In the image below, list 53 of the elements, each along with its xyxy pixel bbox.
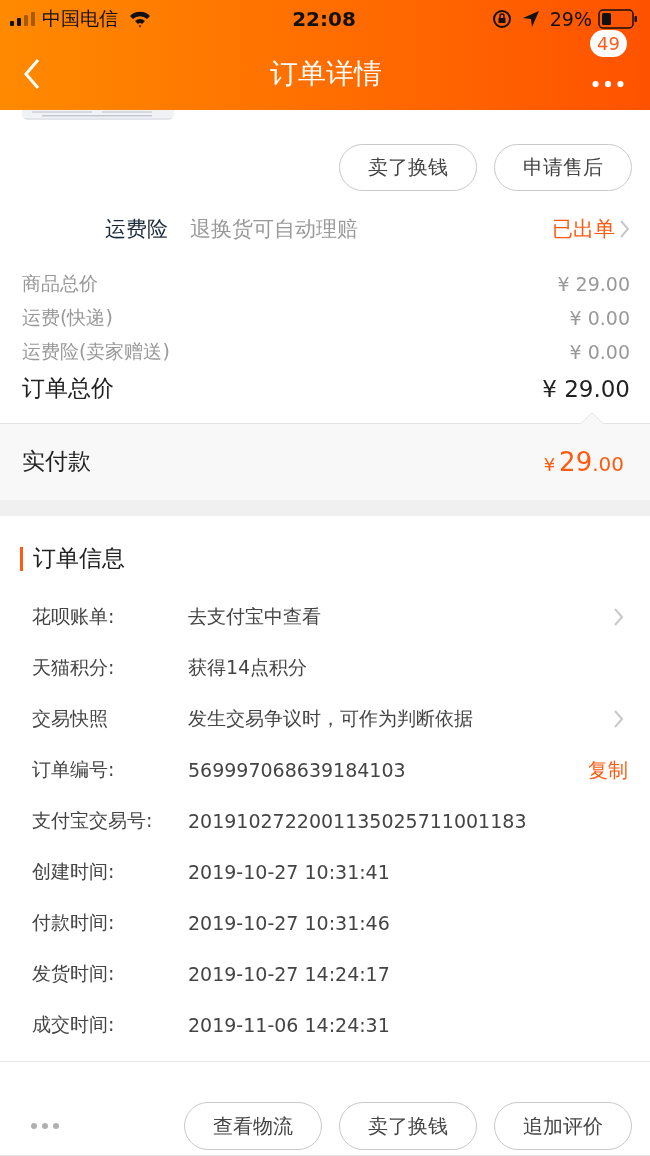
price-label: 运费险(卖家赠送) bbox=[22, 338, 170, 364]
info-label: 成交时间: bbox=[32, 1012, 116, 1038]
wifi-icon bbox=[128, 10, 152, 28]
info-label: 天猫积分: bbox=[32, 655, 116, 681]
info-label: 订单编号: bbox=[32, 757, 116, 783]
info-label: 花呗账单: bbox=[32, 604, 116, 630]
info-label: 支付宝交易号: bbox=[32, 808, 154, 834]
price-value: ¥ 29.00 bbox=[542, 375, 630, 402]
action-button[interactable]: 查看物流 bbox=[184, 1102, 322, 1151]
info-value: 去支付宝中查看 bbox=[188, 604, 322, 630]
action-button[interactable]: 申请售后 bbox=[494, 144, 632, 191]
insurance-label: 运费险 bbox=[105, 215, 168, 243]
section-title: 订单信息 bbox=[33, 544, 125, 574]
back-icon[interactable] bbox=[24, 58, 40, 90]
price-label: 运费(快递) bbox=[22, 304, 113, 330]
info-value: 569997068639184103 bbox=[188, 759, 407, 782]
info-value: 2019-10-27 10:31:41 bbox=[188, 861, 391, 884]
message-count-badge: 49 bbox=[590, 30, 627, 57]
more-icon[interactable] bbox=[30, 1122, 60, 1131]
battery-icon bbox=[598, 9, 638, 29]
info-value: 2019102722001135025711001183 bbox=[188, 810, 528, 833]
price-value: ¥ 0.00 bbox=[569, 340, 630, 363]
chevron-right-icon bbox=[619, 218, 630, 239]
info-value: 2019-10-27 10:31:46 bbox=[188, 912, 391, 935]
info-label: 创建时间: bbox=[32, 859, 116, 885]
price-label: 商品总价 bbox=[22, 270, 98, 296]
info-value: 2019-11-06 14:24:31 bbox=[188, 1014, 391, 1037]
chevron-right-icon[interactable] bbox=[613, 607, 624, 628]
accent-bar bbox=[20, 546, 23, 571]
battery-percent: 29% bbox=[549, 8, 592, 30]
signal-icon bbox=[10, 12, 36, 26]
status-time: 22:08 bbox=[292, 7, 356, 31]
info-value: 发生交易争议时，可作为判断依据 bbox=[188, 706, 474, 732]
info-value: 获得14点积分 bbox=[188, 655, 309, 681]
action-button[interactable]: 追加评价 bbox=[494, 1102, 632, 1151]
paid-amount: ¥29.00 bbox=[543, 446, 624, 477]
action-button[interactable]: 卖了换钱 bbox=[339, 1102, 477, 1151]
chevron-right-icon[interactable] bbox=[613, 709, 624, 730]
carrier-name: 中国电信 bbox=[42, 6, 118, 31]
info-value: 2019-10-27 14:24:17 bbox=[188, 963, 391, 986]
page-title: 订单详情 bbox=[270, 56, 382, 92]
insurance-description: 退换货可自动理赔 bbox=[190, 215, 359, 243]
info-label: 发货时间: bbox=[32, 961, 116, 987]
paid-label: 实付款 bbox=[22, 447, 91, 477]
price-label: 订单总价 bbox=[22, 374, 114, 404]
action-button[interactable]: 卖了换钱 bbox=[339, 144, 477, 191]
location-arrow-icon bbox=[521, 10, 540, 28]
rotation-lock-icon bbox=[491, 9, 512, 29]
price-value: ¥ 0.00 bbox=[569, 306, 630, 329]
info-label: 付款时间: bbox=[32, 910, 116, 936]
price-value: ¥ 29.00 bbox=[557, 272, 630, 295]
info-label: 交易快照 bbox=[32, 706, 109, 732]
more-icon[interactable] bbox=[592, 80, 624, 88]
